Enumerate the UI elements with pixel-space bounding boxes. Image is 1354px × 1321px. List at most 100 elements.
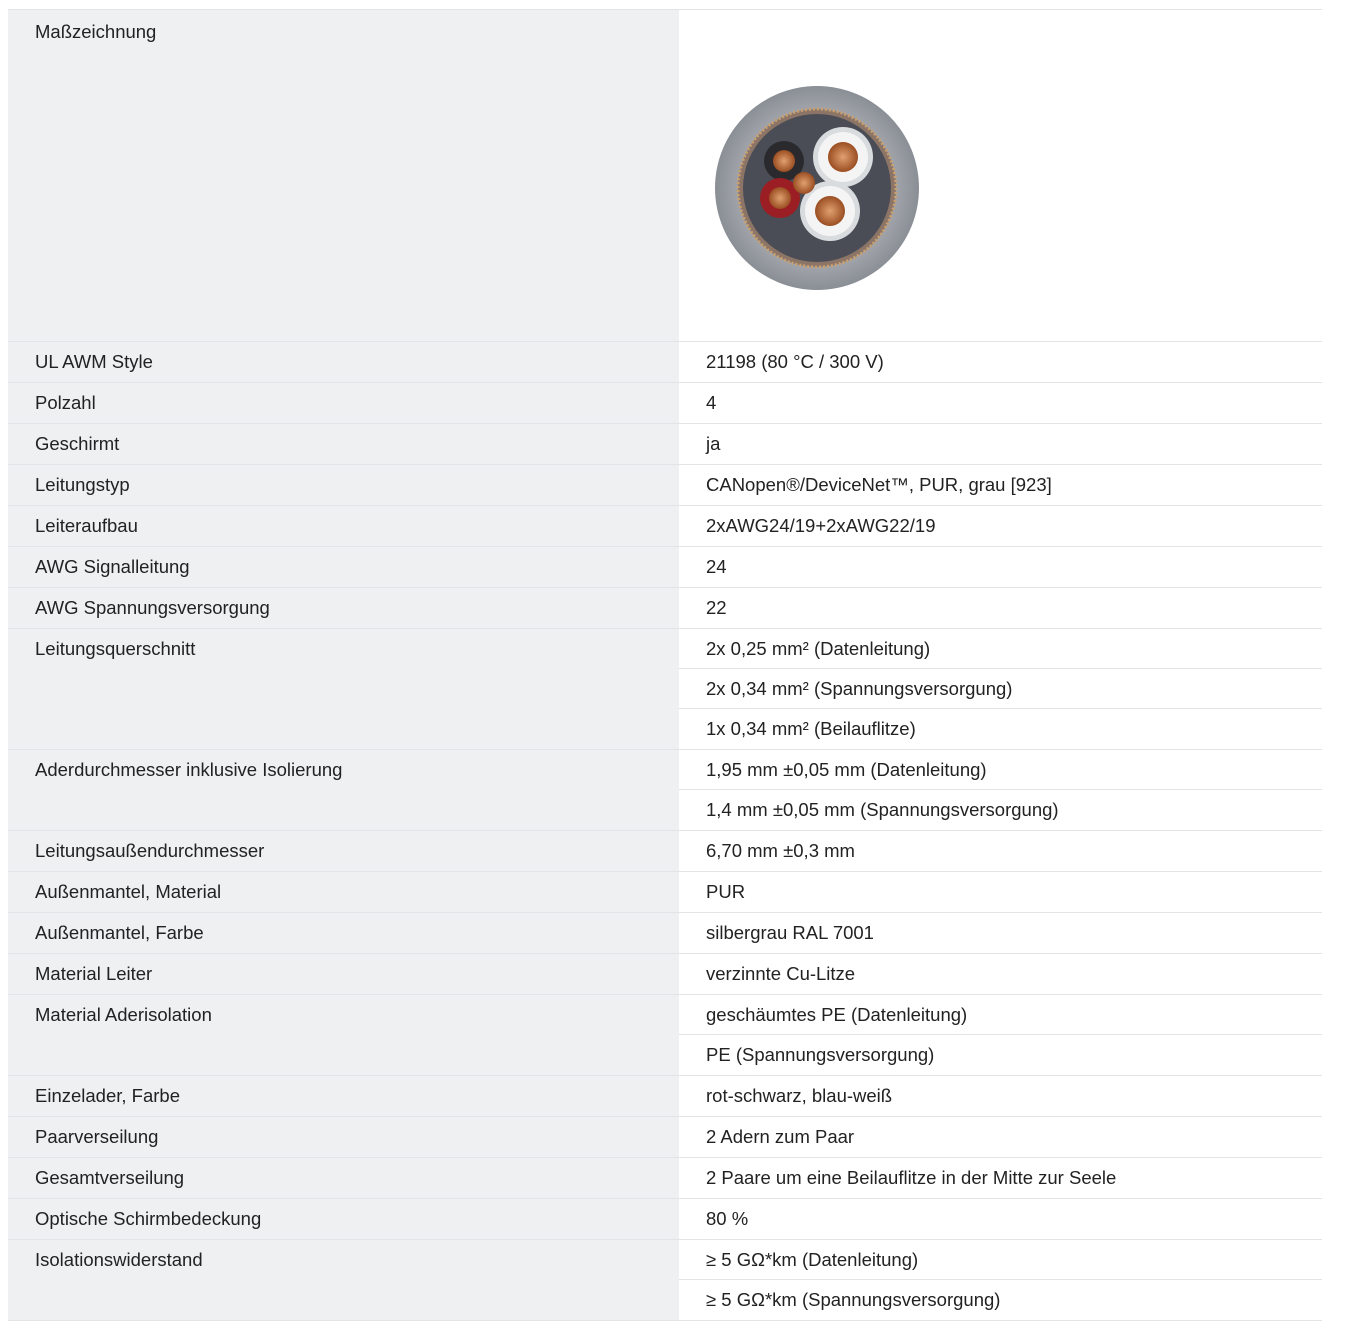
row-label: Aderdurchmesser inklusive Isolierung: [35, 759, 343, 780]
table-row: AWG Spannungsversorgung 22: [8, 588, 1322, 629]
row-value-cell: silbergrau RAL 7001: [679, 913, 1322, 953]
row-value: 80 %: [706, 1208, 749, 1229]
row-value-cell: 2 Paare um eine Beilauflitze in der Mitt…: [679, 1158, 1322, 1198]
row-label: UL AWM Style: [35, 351, 153, 372]
table-row: Leitungsaußendurchmesser 6,70 mm ±0,3 mm: [8, 831, 1322, 872]
row-label: Leitungsaußendurchmesser: [35, 840, 265, 861]
row-label-cell: AWG Signalleitung: [8, 547, 679, 587]
row-label-cell: Leitungsaußendurchmesser: [8, 831, 679, 871]
row-label: Material Leiter: [35, 963, 153, 984]
row-value: 22: [706, 597, 727, 618]
table-row: Leitungsquerschnitt 2x 0,25 mm² (Datenlei…: [8, 629, 1322, 750]
row-label: Optische Schirmbedeckung: [35, 1208, 262, 1229]
row-label: Einzelader, Farbe: [35, 1085, 181, 1106]
row-value-cell: rot-schwarz, blau-weiß: [679, 1076, 1322, 1116]
row-value: 1,95 mm ±0,05 mm (Datenleitung): [679, 750, 1322, 790]
row-label-cell: AWG Spannungsversorgung: [8, 588, 679, 628]
row-value: PUR: [706, 881, 746, 902]
row-label: Gesamtverseilung: [35, 1167, 185, 1188]
row-value: 2x 0,34 mm² (Spannungsversorgung): [679, 669, 1322, 709]
table-row: Aderdurchmesser inklusive Isolierung 1,95…: [8, 750, 1322, 831]
row-value: 21198 (80 °C / 300 V): [706, 351, 884, 372]
row-value: 2 Adern zum Paar: [706, 1126, 855, 1147]
table-row: Leitungstyp CANopen®/DeviceNet™, PUR, gra…: [8, 465, 1322, 506]
row-label: Außenmantel, Material: [35, 881, 222, 902]
table-row: Optische Schirmbedeckung 80 %: [8, 1199, 1322, 1240]
row-label-cell: Gesamtverseilung: [8, 1158, 679, 1198]
row-label: AWG Spannungsversorgung: [35, 597, 270, 618]
table-row: Isolationswiderstand ≥ 5 GΩ*km (Datenleit…: [8, 1240, 1322, 1321]
row-value-cell: geschäumtes PE (Datenleitung) PE (Spannun…: [679, 995, 1322, 1075]
cable-cross-section-image: [715, 86, 919, 290]
row-label-cell: Polzahl: [8, 383, 679, 423]
table-row: Außenmantel, Farbe silbergrau RAL 7001: [8, 913, 1322, 954]
row-value-cell: 1,95 mm ±0,05 mm (Datenleitung) 1,4 mm ±0…: [679, 750, 1322, 830]
row-label: AWG Signalleitung: [35, 556, 190, 577]
row-value-cell: verzinnte Cu-Litze: [679, 954, 1322, 994]
row-label: Geschirmt: [35, 433, 120, 454]
drawing-row: Maßzeichnung: [8, 10, 1322, 342]
row-value: 1,4 mm ±0,05 mm (Spannungsversorgung): [706, 799, 1059, 820]
row-label: Leitungstyp: [35, 474, 130, 495]
row-label-cell: UL AWM Style: [8, 342, 679, 382]
row-value: CANopen®/DeviceNet™, PUR, grau [923]: [706, 474, 1052, 495]
row-label-cell: Material Aderisolation: [8, 995, 679, 1075]
row-value: 24: [706, 556, 727, 577]
row-label: Material Aderisolation: [35, 1004, 212, 1025]
row-label: Paarverseilung: [35, 1126, 159, 1147]
table-row: Polzahl 4: [8, 383, 1322, 424]
row-value: silbergrau RAL 7001: [706, 922, 874, 943]
row-value-cell: 80 %: [679, 1199, 1322, 1239]
row-label: Polzahl: [35, 392, 96, 413]
row-value: ja: [706, 433, 721, 454]
row-label-cell: Außenmantel, Material: [8, 872, 679, 912]
table-row: Gesamtverseilung 2 Paare um eine Beilaufl…: [8, 1158, 1322, 1199]
row-label-cell: Einzelader, Farbe: [8, 1076, 679, 1116]
drawing-image-cell: [679, 10, 1322, 341]
row-value: ≥ 5 GΩ*km (Spannungsversorgung): [706, 1289, 1001, 1310]
spec-rows: UL AWM Style 21198 (80 °C / 300 V) Polzahl…: [8, 342, 1322, 1321]
row-value-cell: CANopen®/DeviceNet™, PUR, grau [923]: [679, 465, 1322, 505]
row-value: 4: [706, 392, 717, 413]
row-label: Isolationswiderstand: [35, 1249, 203, 1270]
row-value-cell: 21198 (80 °C / 300 V): [679, 342, 1322, 382]
row-label-cell: Leitungstyp: [8, 465, 679, 505]
table-row: UL AWM Style 21198 (80 °C / 300 V): [8, 342, 1322, 383]
row-label-cell: Leitungsquerschnitt: [8, 629, 679, 749]
row-value: 1x 0,34 mm² (Beilauflitze): [706, 718, 916, 739]
row-value: rot-schwarz, blau-weiß: [706, 1085, 893, 1106]
table-row: Leiteraufbau 2xAWG24/19+2xAWG22/19: [8, 506, 1322, 547]
row-value-cell: 6,70 mm ±0,3 mm: [679, 831, 1322, 871]
table-row: AWG Signalleitung 24: [8, 547, 1322, 588]
row-value-cell: PUR: [679, 872, 1322, 912]
row-value-cell: 2x 0,25 mm² (Datenleitung) 2x 0,34 mm² (S…: [679, 629, 1322, 749]
row-value-cell: 4: [679, 383, 1322, 423]
table-row: Material Leiter verzinnte Cu-Litze: [8, 954, 1322, 995]
table-row: Geschirmt ja: [8, 424, 1322, 465]
row-value-cell: 2xAWG24/19+2xAWG22/19: [679, 506, 1322, 546]
row-value: 2xAWG24/19+2xAWG22/19: [706, 515, 936, 536]
row-label-cell: Außenmantel, Farbe: [8, 913, 679, 953]
row-value: 6,70 mm ±0,3 mm: [706, 840, 855, 861]
row-value: verzinnte Cu-Litze: [706, 963, 856, 984]
row-label: Außenmantel, Farbe: [35, 922, 204, 943]
row-label-cell: Isolationswiderstand: [8, 1240, 679, 1320]
row-label: Leiteraufbau: [35, 515, 138, 536]
row-label-cell: Paarverseilung: [8, 1117, 679, 1157]
row-value-cell: 22: [679, 588, 1322, 628]
row-label: Leitungsquerschnitt: [35, 638, 196, 659]
table-row: Paarverseilung 2 Adern zum Paar: [8, 1117, 1322, 1158]
drawing-label: Maßzeichnung: [35, 21, 157, 42]
row-value: 2x 0,25 mm² (Datenleitung): [679, 629, 1322, 669]
table-row: Außenmantel, Material PUR: [8, 872, 1322, 913]
row-label-cell: Geschirmt: [8, 424, 679, 464]
drawing-label-cell: Maßzeichnung: [8, 10, 679, 341]
row-label-cell: Aderdurchmesser inklusive Isolierung: [8, 750, 679, 830]
row-value: geschäumtes PE (Datenleitung): [679, 995, 1322, 1035]
row-value-cell: ja: [679, 424, 1322, 464]
table-row: Material Aderisolation geschäumtes PE (Da…: [8, 995, 1322, 1076]
row-label-cell: Optische Schirmbedeckung: [8, 1199, 679, 1239]
row-value-cell: 2 Adern zum Paar: [679, 1117, 1322, 1157]
spec-table: Maßzeichnung UL AWM Style 21198 (80 °C /…: [8, 0, 1322, 1321]
row-label-cell: Material Leiter: [8, 954, 679, 994]
